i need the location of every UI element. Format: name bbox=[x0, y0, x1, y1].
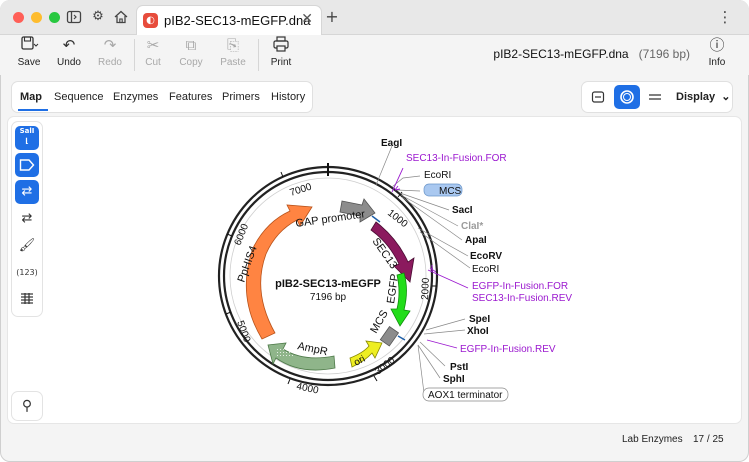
tick-7000: 7000 bbox=[289, 181, 314, 198]
app-window: ⚙ ◐ pIB2-SEC13-mEGFP.dna ✕ + ⋮ Save ↶ Un… bbox=[0, 0, 749, 462]
label-egfp-fwd: EGFP-In-Fusion.FOR bbox=[472, 281, 568, 292]
label-ampr: AmpR bbox=[296, 340, 328, 358]
leader-xhoi bbox=[423, 329, 466, 335]
tick-1000: 1000 bbox=[385, 208, 410, 231]
mcs-inner-block[interactable] bbox=[379, 326, 400, 347]
label-saci: SacI bbox=[452, 205, 473, 216]
leader-sec13-fwd bbox=[391, 167, 404, 193]
label-ecori-mid: EcoRI bbox=[472, 264, 499, 275]
leader-ecori-top bbox=[391, 175, 421, 188]
leader-eagi bbox=[375, 145, 393, 186]
label-clai: ClaI* bbox=[461, 221, 483, 232]
leader-ecori-mid bbox=[419, 231, 471, 269]
leader-mcs-top bbox=[396, 189, 421, 192]
enzyme-count: 17 / 25 bbox=[693, 434, 724, 445]
leader-apai bbox=[401, 196, 463, 241]
site-marker bbox=[371, 215, 381, 223]
label-xhoi: XhoI bbox=[467, 326, 489, 337]
enzyme-set[interactable]: Lab Enzymes bbox=[622, 434, 683, 445]
plasmid-map: 7000 1000 2000 3000 4000 5000 6000 GAP p… bbox=[217, 138, 572, 402]
label-spei: SpeI bbox=[469, 314, 490, 325]
label-egfp-rev: EGFP-In-Fusion.REV bbox=[460, 344, 556, 355]
label-aox1: AOX1 terminator bbox=[428, 390, 503, 401]
label-sec13-fwd: SEC13-In-Fusion.FOR bbox=[406, 153, 507, 164]
ampr-promoter bbox=[276, 349, 294, 357]
label-eagi: EagI bbox=[381, 138, 402, 149]
label-sec13-rev: SEC13-In-Fusion.REV bbox=[472, 293, 572, 304]
label-psti: PstI bbox=[450, 362, 469, 373]
tick-5000: 5000 bbox=[234, 319, 252, 344]
tick-6000: 6000 bbox=[233, 222, 252, 247]
primer-mark bbox=[394, 185, 401, 191]
status-bar: Lab Enzymes 17 / 25 bbox=[0, 428, 749, 462]
label-apai: ApaI bbox=[465, 235, 487, 246]
tick-2000: 2000 bbox=[420, 277, 432, 300]
label-ecori-top: EcoRI bbox=[424, 170, 451, 181]
leader-spei bbox=[425, 318, 466, 331]
label-ecorv: EcoRV bbox=[470, 251, 502, 262]
leader-egfp-rev bbox=[426, 339, 458, 349]
tick-3000: 3000 bbox=[373, 355, 398, 378]
label-sphi: SphI bbox=[443, 374, 465, 385]
plasmid-size: 7196 bp bbox=[310, 292, 347, 303]
plasmid-name: pIB2-SEC13-mEGFP bbox=[275, 278, 381, 290]
leader-egfp-fwd bbox=[427, 269, 469, 289]
label-mcs-top: MCS bbox=[439, 186, 462, 197]
